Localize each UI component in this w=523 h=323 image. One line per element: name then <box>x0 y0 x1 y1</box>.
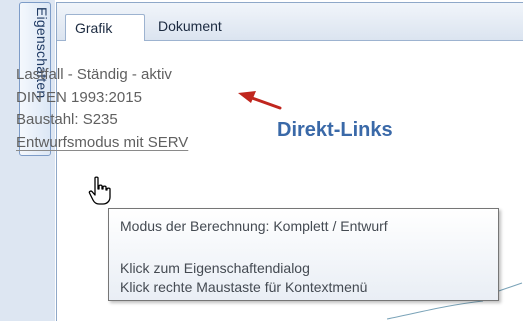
tab-grafik[interactable]: Grafik <box>65 14 145 41</box>
tooltip-mode-text: Modus der Berechnung: Komplett / Entwurf <box>120 218 388 234</box>
tooltip-click-text: Klick zum Eigenschaftendialog <box>120 260 310 276</box>
tooltip: Modus der Berechnung: Komplett / Entwurf… <box>108 208 499 301</box>
tab-bar: Grafik Dokument <box>57 3 523 41</box>
direct-links-annotation: Direkt-Links <box>277 119 393 141</box>
loadcase-text[interactable]: Lastfall - Ständig - aktiv <box>16 64 188 87</box>
norm-text[interactable]: DIN EN 1993:2015 <box>16 87 188 110</box>
hand-pointer-icon <box>88 176 111 205</box>
red-arrow-icon <box>238 91 282 110</box>
info-panel: Lastfall - Ständig - aktiv DIN EN 1993:2… <box>16 64 188 154</box>
side-panel-strip: Eigenschaften <box>0 0 55 321</box>
tooltip-rightclick-text: Klick rechte Maustaste für Kontextmenü <box>120 279 368 295</box>
tab-dokument[interactable]: Dokument <box>149 13 249 39</box>
material-text[interactable]: Baustahl: S235 <box>16 109 188 132</box>
design-mode-link[interactable]: Entwurfsmodus mit SERV <box>16 132 188 155</box>
